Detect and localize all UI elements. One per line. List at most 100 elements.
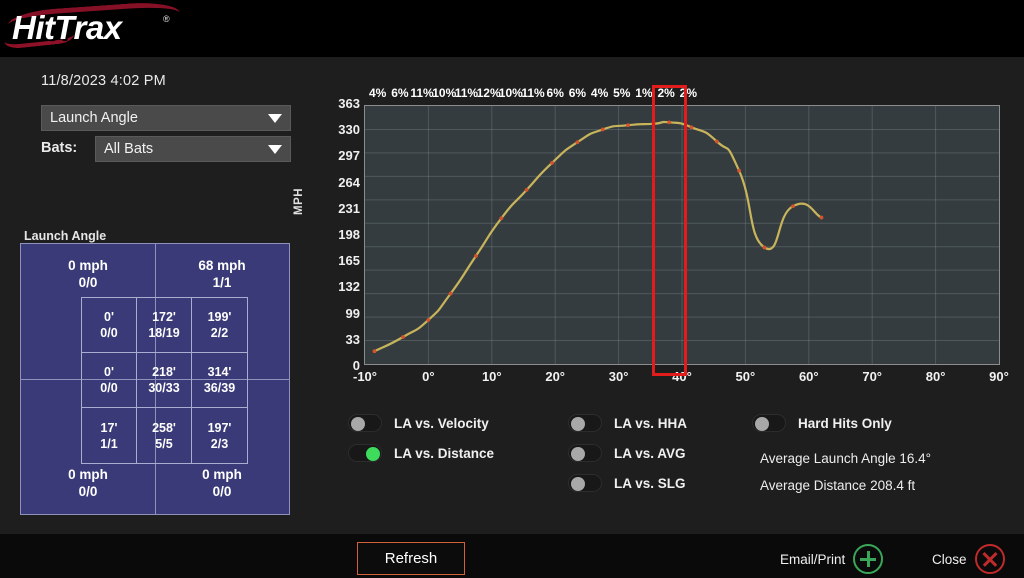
toggle-knob (351, 417, 365, 431)
toggle-switch[interactable] (568, 444, 602, 462)
launch-angle-zone-cell: 172' 18/19 (137, 298, 192, 353)
corner-secondary: 0/0 (78, 275, 98, 290)
zone-distance: 258' (152, 420, 176, 435)
x-axis-tick-label: 40° (672, 369, 692, 384)
toggle-knob (571, 447, 585, 461)
y-axis-tick-label: 99 (345, 305, 360, 321)
stat-average-launch-angle: Average Launch Angle 16.4° (760, 451, 931, 466)
toggle-hard-hits-only[interactable]: Hard Hits Only (752, 414, 892, 432)
toggle-switch[interactable] (568, 474, 602, 492)
bats-label: Bats: (41, 140, 78, 156)
zone-distance: 314' (207, 365, 232, 379)
launch-angle-zone-grid: 0' 0/0 172' 18/19 199' 2/2 0' 0/0 218' 30/33 314' 3… (81, 297, 248, 464)
toggle-knob (571, 477, 585, 491)
stat-label: Average Distance (760, 478, 871, 493)
x-axis-tick-label: 50° (735, 369, 756, 384)
launch-angle-zone-cell: 0' 0/0 (82, 298, 137, 353)
y-axis-tick-label: 363 (338, 96, 360, 111)
x-axis-tick-label: 0° (422, 369, 435, 384)
zone-ratio: 18/19 (148, 326, 180, 340)
toggle-label: LA vs. Velocity (394, 415, 489, 431)
toggle-knob (755, 417, 769, 431)
zone-ratio: 0/0 (100, 326, 118, 340)
table-corner-bottom-left: 0 mph 0/0 (21, 466, 155, 500)
x-axis-tick-label: 30° (608, 369, 629, 384)
x-axis-tick-label: 20° (545, 369, 566, 384)
stat-value: 16.4° (899, 451, 932, 466)
y-axis-tick-label: 330 (338, 122, 360, 138)
zone-distance: 0' (104, 365, 114, 379)
bats-dropdown-value: All Bats (104, 141, 154, 157)
corner-primary: 68 mph (198, 258, 246, 273)
zone-ratio: 2/2 (210, 326, 229, 340)
close-button[interactable]: Close (932, 544, 1005, 574)
metric-dropdown-value: Launch Angle (50, 110, 138, 126)
toggle-la-vs-distance[interactable]: LA vs. Distance (348, 444, 494, 462)
x-axis-tick-label: 90° (989, 369, 1009, 384)
email-print-label: Email/Print (780, 551, 846, 567)
zone-ratio: 5/5 (155, 436, 173, 451)
x-axis-tick-label: 60° (798, 369, 819, 384)
launch-angle-zone-cell: 0' 0/0 (82, 353, 137, 408)
logo-trademark: ® (163, 14, 170, 24)
launch-angle-zone-cell: 197' 2/3 (192, 408, 247, 463)
chevron-down-icon (268, 113, 282, 123)
launch-angle-table-title: Launch Angle (20, 229, 111, 243)
zone-distance: 0' (104, 310, 114, 324)
close-circle-icon (974, 544, 1005, 574)
y-axis-tick-label: 33 (345, 331, 360, 347)
y-axis-tick-label: 198 (338, 227, 360, 242)
corner-primary: 0 mph (68, 467, 108, 482)
toggle-la-vs-slg[interactable]: LA vs. SLG (568, 474, 686, 492)
launch-angle-zone-cell: 199' 2/2 (192, 298, 247, 353)
toggle-switch[interactable] (752, 414, 786, 432)
stat-average-distance: Average Distance 208.4 ft (760, 478, 915, 493)
toggle-switch[interactable] (568, 414, 602, 432)
toggle-switch[interactable] (348, 414, 382, 432)
y-axis-ticks: 363 330 297 264 231 198 165 132 99 33 0 (318, 0, 360, 578)
corner-primary: 0 mph (68, 258, 108, 273)
toggle-la-vs-velocity[interactable]: LA vs. Velocity (348, 414, 489, 432)
percent-label: 2% (679, 86, 697, 100)
x-axis-tick-label: 80° (925, 369, 946, 384)
toggle-label: LA vs. SLG (614, 475, 686, 491)
y-axis-tick-label: 264 (338, 174, 360, 190)
zone-ratio: 30/33 (148, 381, 180, 395)
metric-dropdown[interactable]: Launch Angle (41, 105, 291, 131)
close-label: Close (932, 551, 967, 567)
toggle-switch[interactable] (348, 444, 382, 462)
corner-secondary: 0/0 (78, 484, 98, 499)
zone-ratio: 1/1 (100, 436, 118, 451)
launch-angle-zone-cell: 218' 30/33 (137, 353, 192, 408)
launch-angle-zone-cell: 314' 36/39 (192, 353, 247, 408)
toggle-knob (571, 417, 585, 431)
table-corner-top-left: 0 mph 0/0 (21, 257, 155, 291)
corner-secondary: 1/1 (212, 275, 232, 290)
zone-ratio: 0/0 (100, 381, 118, 395)
bats-dropdown[interactable]: All Bats (95, 136, 291, 162)
toggle-label: LA vs. Distance (394, 445, 495, 461)
x-axis-tick-label: -10° (353, 369, 377, 384)
email-print-button[interactable]: Email/Print (780, 544, 884, 574)
stat-label: Average Launch Angle (760, 451, 900, 466)
refresh-button[interactable]: Refresh (357, 542, 465, 575)
corner-primary: 0 mph (202, 467, 242, 482)
toggle-la-vs-hha[interactable]: LA vs. HHA (568, 414, 687, 432)
zone-ratio: 2/3 (210, 436, 229, 451)
plus-circle-icon (853, 544, 884, 574)
toggle-label: LA vs. AVG (614, 445, 686, 461)
zone-distance: 172' (152, 310, 176, 324)
y-axis-tick-label: 132 (338, 279, 360, 295)
toggle-la-vs-avg[interactable]: LA vs. AVG (568, 444, 686, 462)
table-corner-top-right: 68 mph 1/1 (155, 257, 289, 291)
x-axis-tick-label: 70° (862, 369, 883, 384)
launch-angle-table: 0 mph 0/0 68 mph 1/1 0 mph 0/0 0 mph 0/0… (20, 243, 290, 515)
launch-angle-zone-cell: 17' 1/1 (82, 408, 137, 463)
session-timestamp: 11/8/2023 4:02 PM (41, 73, 166, 89)
toggle-knob (366, 447, 380, 461)
toggle-label: Hard Hits Only (798, 415, 892, 431)
zone-distance: 199' (207, 310, 232, 324)
chart-line-svg (365, 106, 999, 364)
toggle-label: LA vs. HHA (614, 415, 688, 431)
app-header: HitTrax ® (0, 0, 1024, 57)
